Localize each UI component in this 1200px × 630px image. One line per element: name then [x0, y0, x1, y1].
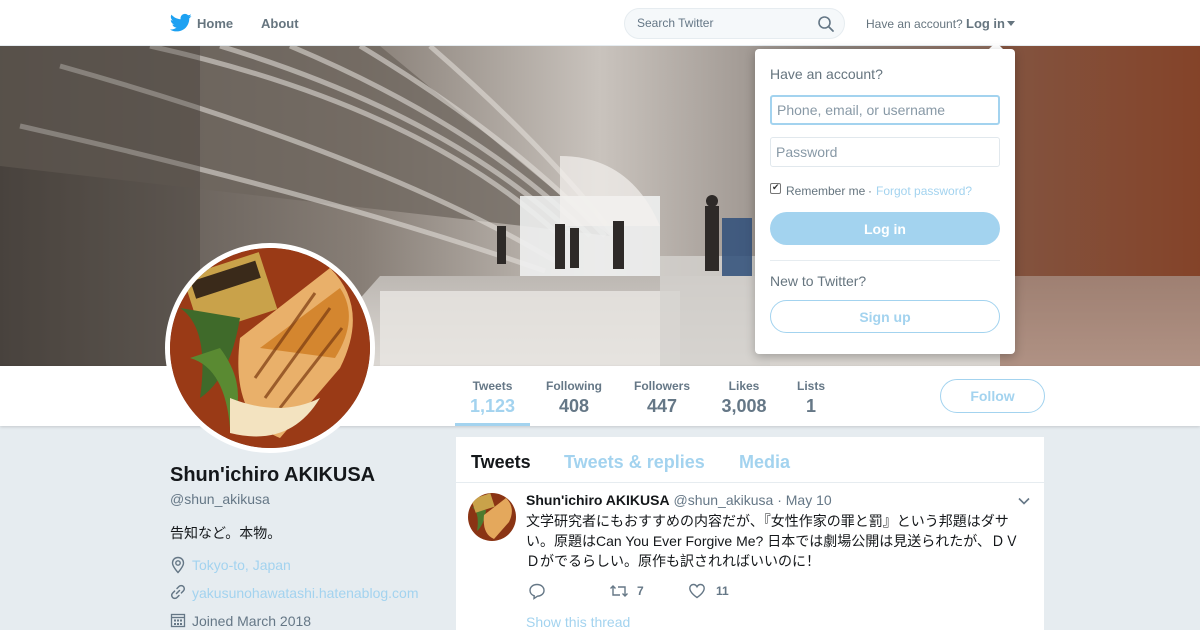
remember-me-checkbox[interactable] — [770, 182, 781, 194]
stat-following[interactable]: Following 408 — [539, 379, 609, 417]
search-icon[interactable] — [817, 15, 835, 33]
stat-tweets[interactable]: Tweets 1,123 — [455, 379, 530, 417]
reply-icon[interactable] — [528, 582, 546, 600]
tweet-timestamp[interactable]: May 10 — [786, 492, 832, 508]
remember-separator: · — [868, 184, 872, 198]
follow-button[interactable]: Follow — [940, 379, 1045, 413]
tweet-separator: · — [777, 492, 782, 508]
dropdown-divider — [770, 260, 1000, 261]
profile-handle[interactable]: @shun_akikusa — [170, 491, 270, 507]
active-tab-indicator — [455, 423, 530, 426]
login-dropdown: Have an account? Remember me · Forgot pa… — [755, 49, 1015, 354]
profile-bio: 告知など。本物。 — [170, 525, 282, 541]
twitter-bird-icon[interactable] — [170, 13, 192, 33]
nav-home-link[interactable]: Home — [197, 16, 233, 31]
stat-label: Followers — [633, 379, 690, 393]
stat-label: Lists — [796, 379, 825, 393]
heart-icon[interactable] — [688, 582, 706, 600]
chevron-down-icon[interactable] — [1018, 497, 1030, 505]
like-count: 11 — [716, 584, 729, 598]
stat-likes[interactable]: Likes 3,008 — [714, 379, 774, 417]
website-link[interactable]: yakusunohawatashi.hatenablog.com — [192, 585, 419, 601]
joined-text: Joined March 2018 — [192, 613, 312, 629]
login-dropdown-toggle[interactable]: Log in — [966, 16, 1005, 31]
have-account-text: Have an account? — [866, 17, 963, 31]
profile-avatar[interactable] — [165, 243, 375, 453]
tweet-author-name[interactable]: Shun'ichiro AKIKUSA — [526, 492, 670, 508]
tab-media[interactable]: Media — [739, 452, 790, 473]
stat-label: Following — [546, 379, 602, 393]
tweet-author-handle[interactable]: @shun_akikusa — [673, 492, 773, 508]
caret-down-icon[interactable] — [1007, 21, 1015, 26]
tab-tweets[interactable]: Tweets — [471, 452, 531, 473]
stat-lists[interactable]: Lists 1 — [791, 379, 831, 417]
retweet-count: 7 — [637, 584, 644, 598]
profile-name[interactable]: Shun'ichiro AKIKUSA — [170, 464, 375, 487]
show-thread-link[interactable]: Show this thread — [526, 614, 630, 630]
timeline: Tweets Tweets & replies Media Shun'ichir… — [456, 437, 1044, 630]
location-text[interactable]: Tokyo-to, Japan — [192, 557, 291, 573]
tab-tweets-and-replies[interactable]: Tweets & replies — [564, 452, 705, 473]
tweet-avatar[interactable] — [468, 493, 516, 541]
stat-label: Likes — [728, 379, 760, 393]
search-box[interactable] — [624, 8, 845, 39]
top-navigation-bar: Home About Have an account? Log in — [0, 0, 1200, 46]
login-button[interactable]: Log in — [770, 212, 1000, 245]
retweet-icon[interactable] — [609, 582, 629, 600]
stat-followers[interactable]: Followers 447 — [627, 379, 697, 417]
tweet-header: Shun'ichiro AKIKUSA @shun_akikusa · May … — [526, 492, 832, 508]
nav-about-link[interactable]: About — [261, 16, 299, 31]
stat-value: 408 — [558, 396, 590, 416]
new-to-twitter-text: New to Twitter? — [770, 273, 867, 289]
remember-me-label[interactable]: Remember me — [786, 184, 865, 198]
stat-value: 1 — [805, 396, 816, 416]
forgot-password-link[interactable]: Forgot password? — [876, 184, 972, 198]
calendar-icon — [170, 613, 186, 628]
stat-value: 3,008 — [721, 396, 767, 416]
stat-value: 1,123 — [469, 396, 516, 416]
password-field[interactable] — [770, 137, 1000, 167]
stat-value: 447 — [646, 396, 678, 416]
login-title: Have an account? — [770, 66, 883, 82]
link-icon — [170, 584, 186, 600]
stat-label: Tweets — [472, 379, 513, 393]
username-field[interactable] — [770, 95, 1000, 125]
search-input[interactable] — [637, 16, 807, 30]
tweet-text: 文学研究者にもおすすめの内容だが、『女性作家の罪と罰』という邦題はダサい。原題は… — [526, 513, 1019, 569]
location-pin-icon — [171, 556, 185, 574]
timeline-tabs: Tweets Tweets & replies Media — [456, 437, 1044, 483]
signup-button[interactable]: Sign up — [770, 300, 1000, 333]
